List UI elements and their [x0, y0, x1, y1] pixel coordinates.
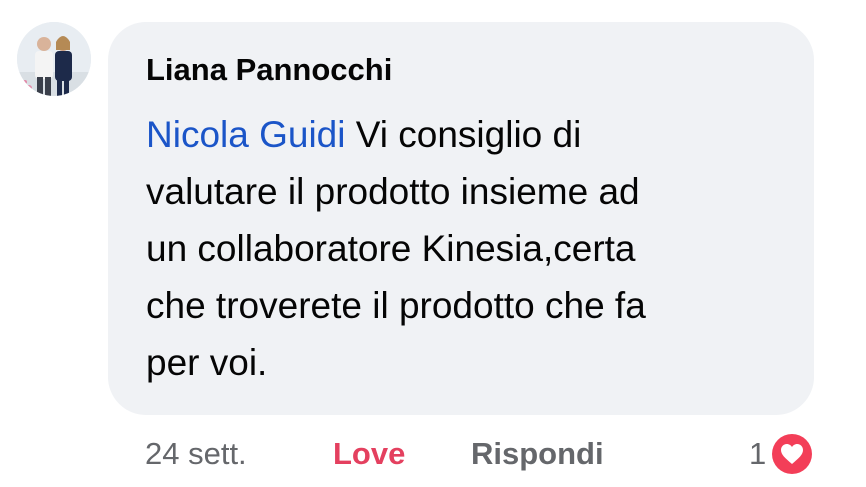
comment-line-4: che troverete il prodotto che fa	[146, 285, 646, 326]
reply-button[interactable]: Rispondi	[471, 436, 604, 472]
comment-bubble: Liana Pannocchi Nicola Guidi Vi consigli…	[108, 22, 814, 415]
reaction-count: 1	[749, 436, 767, 471]
comment-line-3: un collaboratore Kinesia,certa	[146, 228, 636, 269]
comment-author[interactable]: Liana Pannocchi	[146, 52, 392, 88]
comment-line-2: valutare il prodotto insieme ad	[146, 171, 640, 212]
mention-link[interactable]: Nicola Guidi	[146, 114, 345, 155]
reaction-summary[interactable]: 1	[749, 432, 815, 476]
heart-icon	[770, 432, 815, 476]
comment-line-5: per voi.	[146, 342, 268, 383]
avatar[interactable]	[17, 22, 91, 96]
comment-actions: 24 sett. Love Rispondi 1	[145, 432, 845, 476]
love-button[interactable]: Love	[333, 436, 405, 472]
comment-text-segment: Vi consiglio di	[345, 114, 582, 155]
profile-photo	[17, 22, 91, 96]
comment-text: Nicola Guidi Vi consiglio di valutare il…	[146, 106, 796, 391]
comment-timestamp[interactable]: 24 sett.	[145, 436, 247, 472]
comment-line-1: Nicola Guidi Vi consiglio di	[146, 106, 796, 163]
